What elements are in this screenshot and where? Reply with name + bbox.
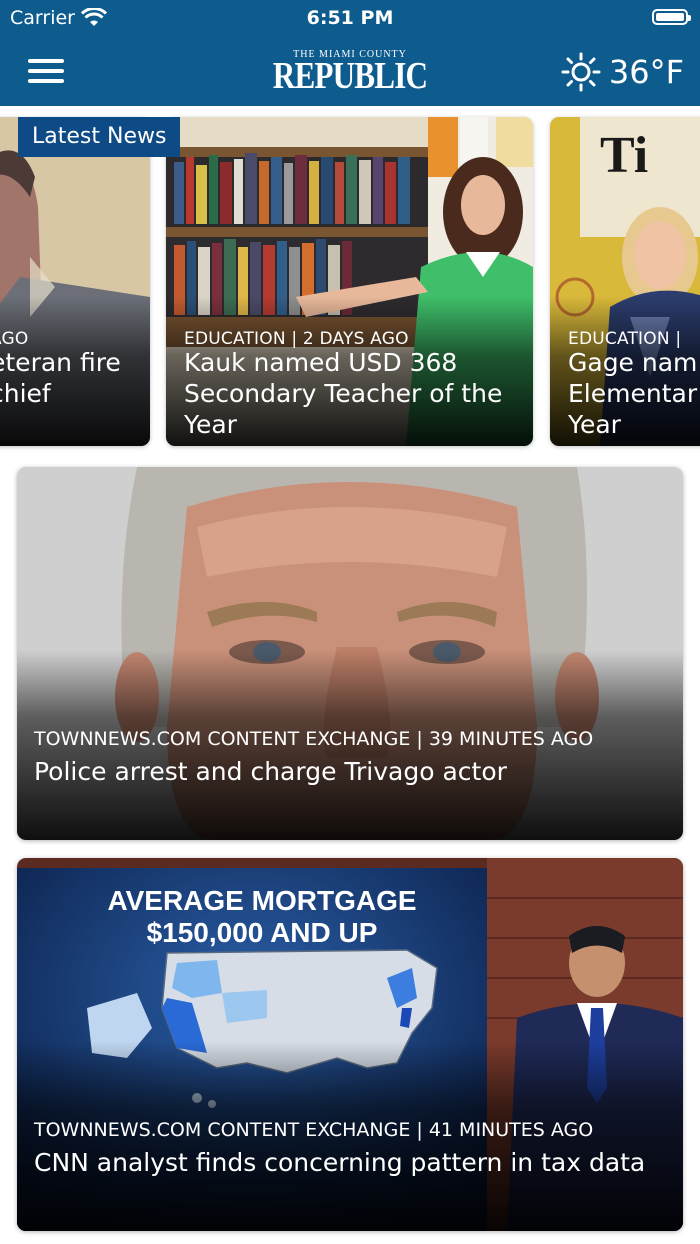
screen-heading-2: $150,000 AND UP (147, 917, 378, 948)
story-meta: EDUCATION | (568, 329, 682, 349)
logo-big-text: REPUBLIC (272, 55, 428, 97)
weather-widget[interactable]: 36°F (561, 52, 684, 92)
svg-text:Ti: Ti (600, 127, 648, 184)
story-meta: AGO (0, 329, 29, 349)
sun-icon (561, 52, 601, 92)
story-headline: Kauk named USD 368 Secondary Teacher of … (184, 348, 503, 439)
hamburger-menu-icon[interactable] (28, 56, 66, 86)
story-headline: eteran fire chief (0, 348, 121, 408)
story-card[interactable]: TOWNNEWS.COM CONTENT EXCHANGE | 39 MINUT… (17, 467, 683, 840)
story-headline: Police arrest and charge Trivago actor (34, 757, 507, 786)
story-card[interactable]: AVERAGE MORTGAGE $150,000 AND UP TOWNNEW… (17, 858, 683, 1231)
carousel-card[interactable]: EDUCATION | 2 DAYS AGO Kauk named USD 36… (166, 117, 533, 446)
story-headline: CNN analyst finds concerning pattern in … (34, 1148, 646, 1177)
story-meta: TOWNNEWS.COM CONTENT EXCHANGE | 39 MINUT… (34, 728, 594, 750)
app-header: Carrier 6:51 PM THE MIAMI COUNTY REPUBLI… (0, 0, 700, 106)
screen-heading-1: AVERAGE MORTGAGE (107, 885, 416, 916)
carousel-card[interactable]: AGO eteran fire chief (0, 117, 150, 446)
status-bar: Carrier 6:51 PM (0, 0, 700, 36)
temperature-label: 36°F (608, 53, 684, 91)
latest-news-badge: Latest News (18, 117, 181, 157)
battery-icon (652, 9, 691, 25)
story-meta: TOWNNEWS.COM CONTENT EXCHANGE | 41 MINUT… (34, 1119, 594, 1141)
story-headline: Gage nam Elementar Year (568, 348, 698, 439)
story-meta: EDUCATION | 2 DAYS AGO (184, 329, 409, 349)
carousel-card[interactable]: Ti EDUCATION | Gage nam Elementar Year (550, 117, 700, 446)
latest-news-carousel[interactable]: AGO eteran fire chief (0, 108, 700, 454)
newspaper-logo[interactable]: THE MIAMI COUNTY REPUBLIC (250, 49, 450, 97)
status-time: 6:51 PM (306, 7, 394, 29)
